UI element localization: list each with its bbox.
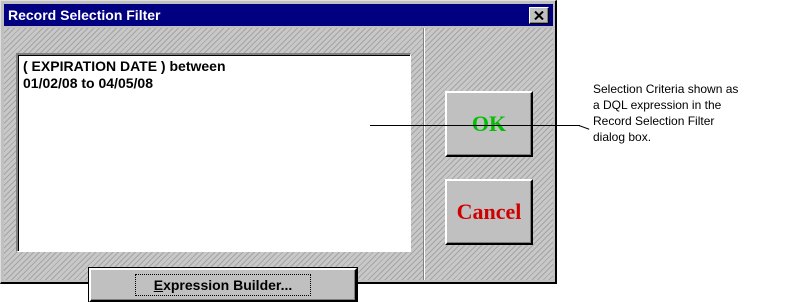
panel-divider-highlight bbox=[424, 28, 425, 280]
ok-button-label: OK bbox=[471, 111, 507, 136]
dialog-client-area: ( EXPIRATION DATE ) between 01/02/08 to … bbox=[4, 28, 553, 302]
dialog-titlebar[interactable]: Record Selection Filter bbox=[4, 4, 553, 26]
cancel-button-label: Cancel bbox=[456, 199, 522, 224]
cancel-button[interactable]: Cancel bbox=[445, 179, 533, 245]
expression-builder-label-rest: xpression Builder... bbox=[163, 277, 293, 293]
expression-text-area[interactable]: ( EXPIRATION DATE ) between 01/02/08 to … bbox=[16, 53, 411, 252]
expression-builder-label: Expression Builder... bbox=[134, 274, 312, 296]
record-selection-filter-dialog: Record Selection Filter ( EXPIRATION DAT… bbox=[0, 0, 557, 302]
close-button[interactable] bbox=[529, 7, 549, 24]
callout-leader-horizontal bbox=[370, 125, 580, 126]
callout-leader-diagonal bbox=[578, 125, 590, 130]
callout-annotation: Selection Criteria shown as a DQL expres… bbox=[593, 82, 739, 144]
dialog-title: Record Selection Filter bbox=[8, 7, 161, 23]
expression-builder-button[interactable]: Expression Builder... bbox=[88, 267, 358, 302]
close-icon bbox=[534, 11, 544, 20]
ok-button[interactable]: OK bbox=[445, 91, 533, 157]
expression-builder-mnemonic: E bbox=[153, 277, 164, 293]
